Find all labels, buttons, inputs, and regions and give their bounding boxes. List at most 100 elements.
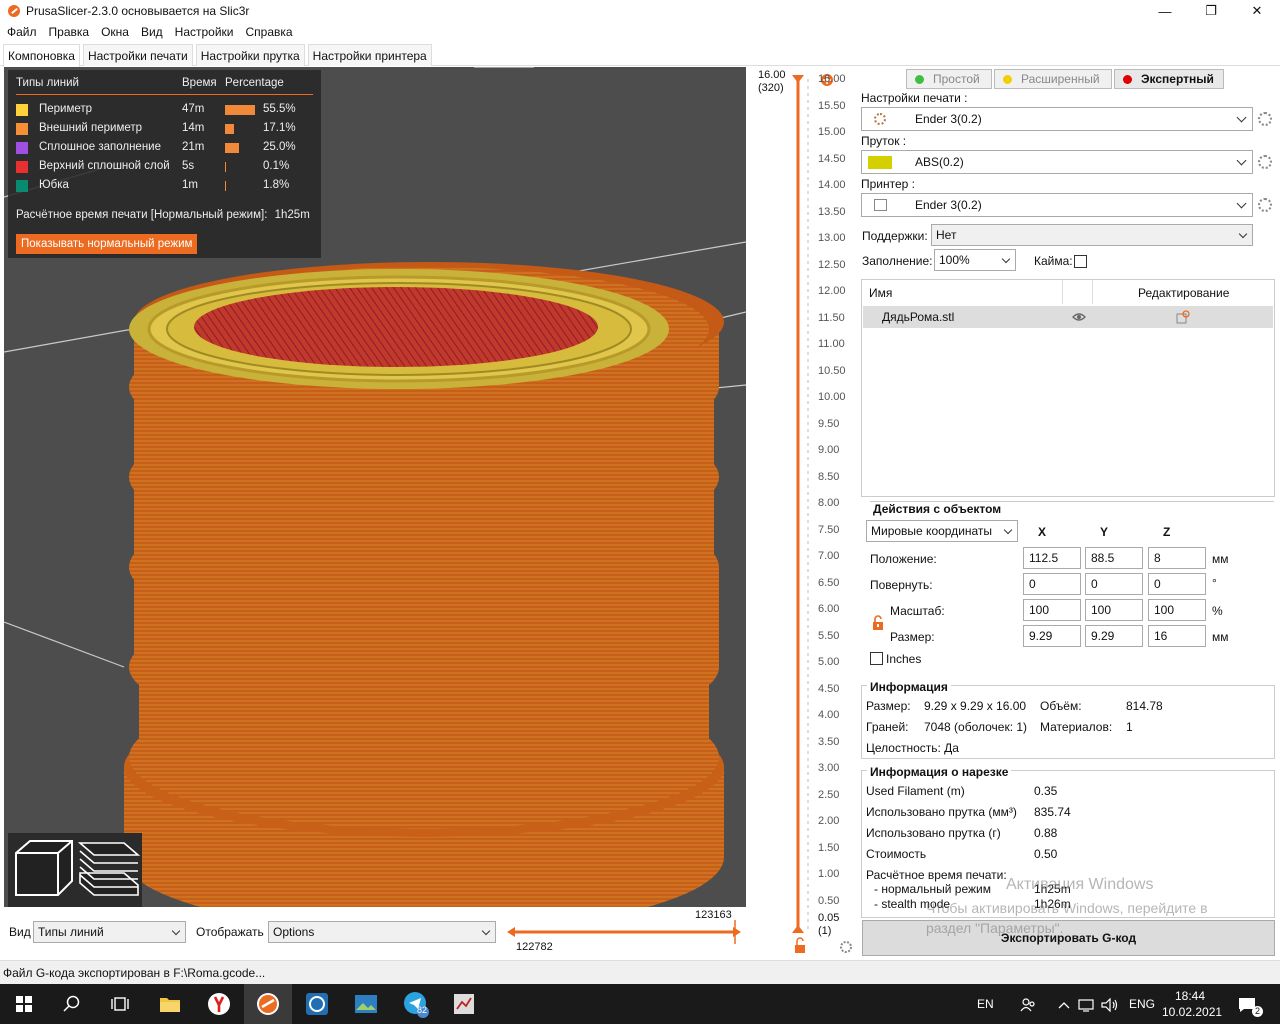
- legend-percent-bar: [225, 105, 255, 115]
- size-z-input[interactable]: 16: [1148, 625, 1206, 647]
- filament-color-swatch: [868, 156, 892, 169]
- scale-y-input[interactable]: 100: [1085, 599, 1143, 621]
- legend-time: 14m: [182, 122, 205, 134]
- menu-help[interactable]: Справка: [246, 25, 293, 39]
- layer-settings-gear-icon[interactable]: [840, 941, 852, 953]
- view-type-select[interactable]: Типы линий: [33, 921, 186, 943]
- taskbar-prusaslicer[interactable]: [244, 984, 292, 1024]
- notifications-icon[interactable]: [1238, 984, 1256, 1024]
- tray-chevron-up-icon[interactable]: [1058, 984, 1070, 1024]
- rotate-y-input[interactable]: 0: [1085, 573, 1143, 595]
- taskbar-explorer[interactable]: [146, 984, 194, 1024]
- position-x-input[interactable]: 112.5: [1023, 547, 1081, 569]
- left-arrow-icon[interactable]: [507, 927, 515, 937]
- lock-icon[interactable]: [795, 937, 805, 953]
- scale-lock-icon[interactable]: [871, 615, 885, 631]
- rotate-x-input[interactable]: 0: [1023, 573, 1081, 595]
- info-facets-value: 7048 (оболочек: 1): [924, 720, 1028, 734]
- layer-tick-label: 6.50: [818, 576, 840, 589]
- window-title: PrusaSlicer-2.3.0 основывается на Slic3r: [26, 4, 250, 18]
- layer-tick-label: 5.00: [818, 656, 840, 668]
- info-size-value: 9.29 x 9.29 x 16.00: [924, 699, 1027, 713]
- mode-advanced-button[interactable]: Расширенный: [994, 69, 1112, 89]
- volume-icon[interactable]: [1101, 984, 1119, 1024]
- taskbar-photos[interactable]: [342, 984, 390, 1024]
- input-language[interactable]: ENG: [1129, 984, 1155, 1024]
- lower-arrow-icon[interactable]: [792, 925, 804, 933]
- legend-header-time: Время: [182, 77, 217, 89]
- preview-3d-viewport[interactable]: Типы линий Время Percentage Периметр 47m 5…: [4, 67, 746, 907]
- layer-slider-track: [792, 74, 852, 953]
- object-list-row[interactable]: ДядьРома.stl: [863, 306, 1273, 328]
- scale-x-input[interactable]: 100: [1023, 599, 1081, 621]
- sliced-info-label: Использовано прутка (мм³): [866, 805, 1017, 819]
- scale-z-input[interactable]: 100: [1148, 599, 1206, 621]
- search-icon: [63, 995, 80, 1012]
- sliced-info-label: Used Filament (m): [866, 784, 965, 798]
- infill-label: Заполнение:: [862, 254, 933, 268]
- export-gcode-button[interactable]: Экспортировать G-код: [862, 920, 1275, 956]
- start-button[interactable]: [0, 984, 48, 1024]
- size-x-input[interactable]: 9.29: [1023, 625, 1081, 647]
- search-button[interactable]: [48, 984, 96, 1024]
- coordinates-select[interactable]: Мировые координаты: [866, 520, 1018, 542]
- infill-select[interactable]: 100%: [934, 249, 1016, 271]
- size-unit: мм: [1212, 630, 1229, 644]
- legend-label: Юбка: [39, 179, 69, 191]
- taskbar-yandex[interactable]: [195, 984, 243, 1024]
- mode-simple-button[interactable]: Простой: [906, 69, 992, 89]
- language-en[interactable]: EN: [977, 984, 994, 1024]
- sliced-info-value: 0.50: [1034, 847, 1058, 861]
- menu-bar: Файл Правка Окна Вид Настройки Справка: [0, 22, 1280, 42]
- legend-percent-bar: [225, 143, 239, 153]
- printer-preset-select[interactable]: Ender 3(0.2): [861, 193, 1253, 217]
- supports-select[interactable]: Нет: [931, 224, 1253, 246]
- mode-expert-button[interactable]: Экспертный: [1114, 69, 1224, 89]
- task-view-button[interactable]: [96, 984, 144, 1024]
- brim-checkbox[interactable]: [1074, 255, 1087, 268]
- network-icon[interactable]: [1078, 984, 1094, 1024]
- people-icon[interactable]: [1020, 984, 1036, 1024]
- maximize-button[interactable]: ❐: [1188, 0, 1234, 22]
- show-options-select[interactable]: Options: [268, 921, 496, 943]
- chart-app-icon: [454, 994, 474, 1014]
- print-settings-gear-icon[interactable]: [1258, 112, 1272, 126]
- layer-slider[interactable]: 16.00 (320) 16.00 15.50 15.00 14.50 14.00 13.…: [746, 67, 856, 957]
- menu-edit[interactable]: Правка: [49, 25, 90, 39]
- upper-arrow-icon[interactable]: [792, 75, 804, 83]
- eye-icon[interactable]: [1072, 312, 1086, 322]
- print-preset-select[interactable]: Ender 3(0.2): [861, 107, 1253, 131]
- rotate-label: Повернуть:: [870, 578, 933, 592]
- taskbar-telegram[interactable]: 82: [392, 984, 440, 1024]
- menu-view[interactable]: Вид: [141, 25, 163, 39]
- minimize-button[interactable]: —: [1142, 0, 1188, 22]
- tab-print-settings[interactable]: Настройки печати: [82, 44, 193, 66]
- position-y-input[interactable]: 88.5: [1085, 547, 1143, 569]
- edit-object-icon[interactable]: [1176, 310, 1190, 324]
- legend-row: Внешний периметр 14m 17.1%: [16, 120, 316, 138]
- show-normal-mode-button[interactable]: Показывать нормальный режим: [16, 234, 198, 254]
- printer-settings-gear-icon[interactable]: [1258, 198, 1272, 212]
- right-arrow-icon[interactable]: [733, 927, 741, 937]
- position-z-input[interactable]: 8: [1148, 547, 1206, 569]
- close-button[interactable]: ✕: [1234, 0, 1280, 22]
- taskbar-app-6[interactable]: [440, 984, 488, 1024]
- menu-window[interactable]: Окна: [101, 25, 129, 39]
- size-y-input[interactable]: 9.29: [1085, 625, 1143, 647]
- menu-settings[interactable]: Настройки: [175, 25, 234, 39]
- rotate-z-input[interactable]: 0: [1148, 573, 1206, 595]
- sliced-info-value: 835.74: [1034, 805, 1071, 819]
- filament-preset-select[interactable]: ABS(0.2): [861, 150, 1253, 174]
- tab-filament-settings[interactable]: Настройки прутка: [195, 44, 305, 66]
- inches-checkbox[interactable]: [870, 652, 883, 665]
- filament-settings-gear-icon[interactable]: [1258, 155, 1272, 169]
- tab-printer-settings[interactable]: Настройки принтера: [307, 44, 432, 66]
- layer-tick-label: 10.50: [818, 364, 846, 377]
- clock[interactable]: 18:44 10.02.2021: [1162, 988, 1222, 1020]
- menu-file[interactable]: Файл: [7, 25, 37, 39]
- 3d-view-icon[interactable]: [15, 840, 73, 896]
- tab-plater[interactable]: Компоновка: [3, 44, 80, 67]
- y-axis-label: Y: [1100, 525, 1109, 539]
- taskbar-app-3[interactable]: [293, 984, 341, 1024]
- layer-tick-label: 12.50: [818, 258, 846, 271]
